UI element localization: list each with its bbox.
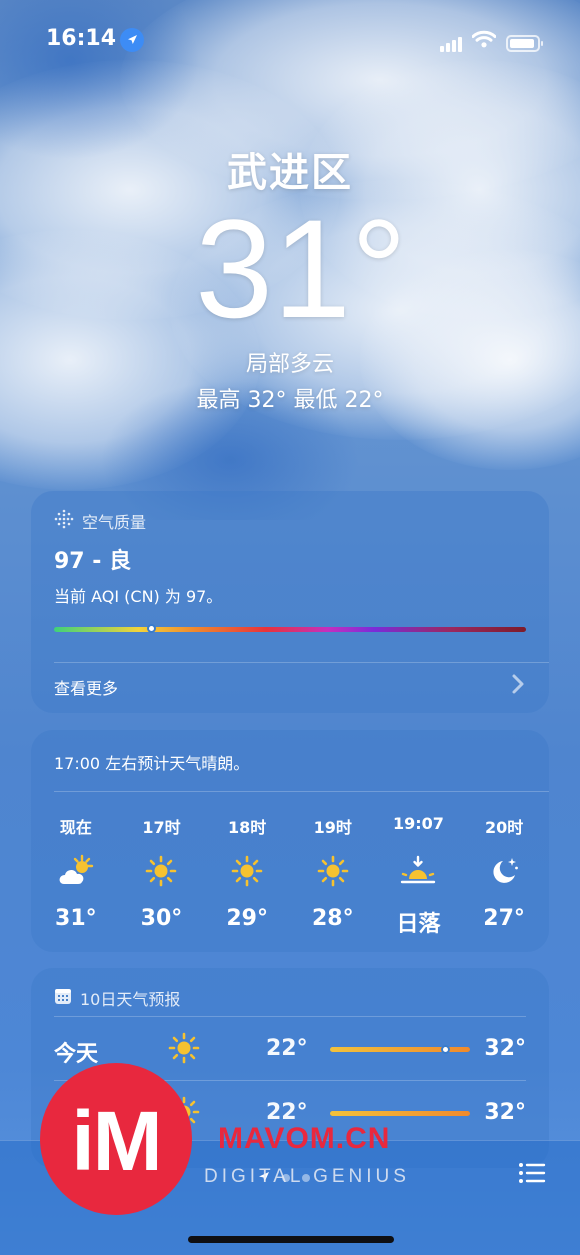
sun-icon <box>119 848 203 894</box>
sun-icon <box>205 848 289 894</box>
divider <box>54 791 549 792</box>
calendar-icon <box>54 987 72 1009</box>
temperature-range-fill <box>330 1111 470 1116</box>
see-more-link[interactable]: 查看更多 <box>54 675 118 699</box>
hourly-forecast-card[interactable]: 17:00 左右预计天气晴朗。 现在 31° 17时 30° 18时 29° 1… <box>31 730 549 952</box>
hourly-summary: 17:00 左右预计天气晴朗。 <box>54 754 250 773</box>
day-high-temperature: 32° <box>484 1100 526 1125</box>
watermark-tagline: DIGITAL GENIUS <box>204 1166 410 1187</box>
watermark-logo-text: iM <box>71 1094 162 1188</box>
hour-temperature: 30° <box>140 906 183 931</box>
high-low-temperature: 最高 32° 最低 22° <box>196 388 384 413</box>
watermark-logo: iM <box>40 1063 192 1215</box>
list-icon <box>519 1163 546 1183</box>
sunset-icon <box>376 848 460 894</box>
chevron-right-icon[interactable] <box>511 673 525 701</box>
hour-temperature: 日落 <box>396 912 441 937</box>
temperature-range-bar <box>330 1045 470 1054</box>
hourly-list[interactable]: 现在 31° 17时 30° 18时 29° 19时 28° 19:07 日落 … <box>31 814 549 938</box>
battery-icon <box>506 35 543 52</box>
aqi-description: 当前 AQI (CN) 为 97。 <box>54 587 223 606</box>
air-quality-title: 空气质量 <box>82 513 147 532</box>
current-condition: 局部多云 <box>245 352 334 377</box>
hour-item: 20时 27° <box>462 814 546 938</box>
air-quality-icon <box>54 509 74 533</box>
hour-item: 现在 31° <box>34 814 118 938</box>
wifi-icon <box>471 30 497 52</box>
watermark-brand: MAVOM.CN <box>218 1122 391 1155</box>
hour-temperature: 27° <box>483 906 525 931</box>
hour-label: 19时 <box>313 818 352 837</box>
hour-item: 19:07 日落 <box>376 814 460 938</box>
divider <box>54 662 549 663</box>
location-arrow-icon <box>120 28 144 52</box>
cellular-signal-icon <box>440 36 462 52</box>
aqi-scale-bar <box>54 624 526 633</box>
day-name: 今天 <box>54 1042 99 1067</box>
status-time: 16:14 <box>46 26 117 51</box>
moon-stars-icon <box>462 848 546 894</box>
hour-item: 18时 29° <box>205 814 289 938</box>
hour-temperature: 29° <box>226 906 268 931</box>
home-indicator[interactable] <box>188 1236 394 1243</box>
hour-label: 20时 <box>484 818 524 837</box>
current-weather: 武进区 31° 局部多云 最高 32° 最低 22° <box>0 140 580 414</box>
hour-temperature: 28° <box>311 906 354 931</box>
hour-label: 现在 <box>59 818 92 837</box>
hour-temperature: 31° <box>55 906 97 931</box>
status-bar: 16:14 <box>0 24 580 56</box>
current-temperature: 31° <box>195 190 407 347</box>
hour-item: 17时 30° <box>119 814 203 938</box>
hour-label: 18时 <box>228 818 267 837</box>
air-quality-card[interactable]: 空气质量 97 - 良 当前 AQI (CN) 为 97。 查看更多 <box>31 491 549 713</box>
temperature-range-bar <box>330 1111 470 1116</box>
sun-icon <box>168 1032 200 1068</box>
divider <box>54 1016 526 1017</box>
day-low-temperature: 22° <box>266 1036 308 1061</box>
location-list-button[interactable] <box>518 1161 546 1185</box>
sun-icon <box>291 848 375 894</box>
aqi-marker <box>147 624 157 633</box>
hour-label: 19:07 <box>392 814 444 833</box>
day-high-temperature: 32° <box>484 1036 526 1061</box>
aqi-value: 97 - 良 <box>54 549 132 574</box>
hour-item: 19时 28° <box>291 814 375 938</box>
current-temperature-marker <box>440 1045 450 1054</box>
hour-label: 17时 <box>142 818 181 837</box>
ten-day-title: 10日天气预报 <box>80 990 181 1009</box>
partly-sunny-icon <box>34 848 118 894</box>
